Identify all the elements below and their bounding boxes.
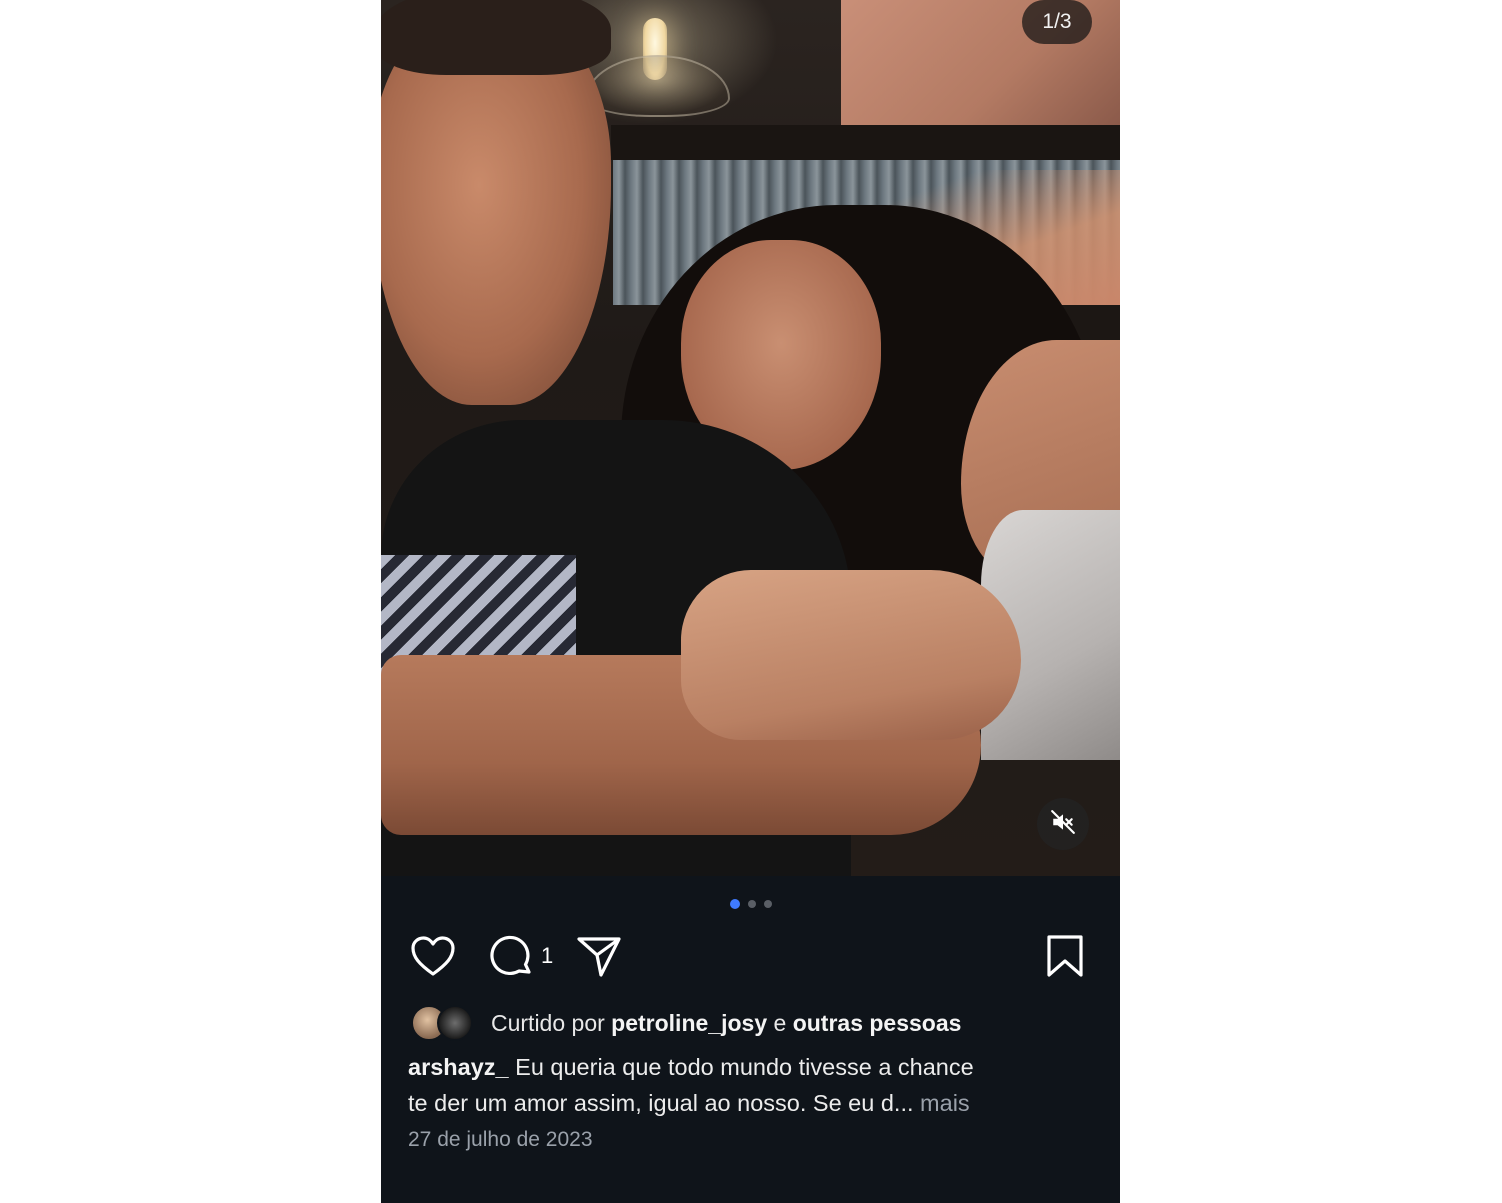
comment-count: 1 bbox=[541, 943, 554, 968]
caption-line-1: Eu queria que todo mundo tivesse a chanc… bbox=[515, 1054, 974, 1080]
action-bar: 1 bbox=[381, 930, 1120, 986]
bookmark-icon bbox=[1045, 933, 1085, 979]
photo-man-hair bbox=[381, 0, 611, 75]
post-caption: arshayz_ Eu queria que todo mundo tivess… bbox=[408, 1049, 1088, 1121]
caption-more-link[interactable]: mais bbox=[920, 1090, 970, 1116]
liked-by-row[interactable]: Curtido por petroline_josy e outras pess… bbox=[411, 1004, 961, 1042]
caption-line-2: te der um amor assim, igual ao nosso. Se… bbox=[408, 1090, 914, 1116]
caption-username-link[interactable]: arshayz_ bbox=[408, 1054, 509, 1080]
photo-woman-hand bbox=[681, 570, 1021, 740]
save-button[interactable] bbox=[1045, 930, 1085, 982]
liked-by-prefix: Curtido por bbox=[491, 1009, 605, 1036]
carousel-dot bbox=[763, 900, 772, 908]
comment-button[interactable]: 1 bbox=[487, 930, 553, 982]
mute-icon bbox=[1050, 809, 1076, 840]
carousel-dots bbox=[381, 898, 1120, 910]
post-card: 1/3 1 Curtido por petroline_josy e outra… bbox=[381, 0, 1120, 1203]
liked-by-connector: e bbox=[773, 1009, 787, 1036]
share-icon bbox=[575, 933, 623, 979]
share-button[interactable] bbox=[575, 930, 623, 982]
liked-by-text: Curtido por petroline_josy e outras pess… bbox=[491, 1010, 961, 1037]
post-photo[interactable]: 1/3 bbox=[381, 0, 1120, 876]
photo-wall-stripe bbox=[611, 125, 1120, 160]
post-date: 27 de julho de 2023 bbox=[408, 1128, 593, 1151]
carousel-dot bbox=[747, 900, 756, 908]
comment-icon bbox=[487, 932, 535, 980]
photo-lamp-shade bbox=[586, 55, 730, 117]
like-button[interactable] bbox=[409, 930, 457, 982]
liked-by-user-link[interactable]: petroline_josy bbox=[611, 1010, 767, 1036]
image-counter: 1/3 bbox=[1022, 0, 1092, 44]
mute-button[interactable] bbox=[1037, 798, 1089, 850]
carousel-dot-active bbox=[729, 899, 740, 909]
heart-icon bbox=[409, 934, 457, 978]
liked-by-others-link[interactable]: outras pessoas bbox=[793, 1010, 962, 1036]
avatar bbox=[437, 1005, 473, 1041]
